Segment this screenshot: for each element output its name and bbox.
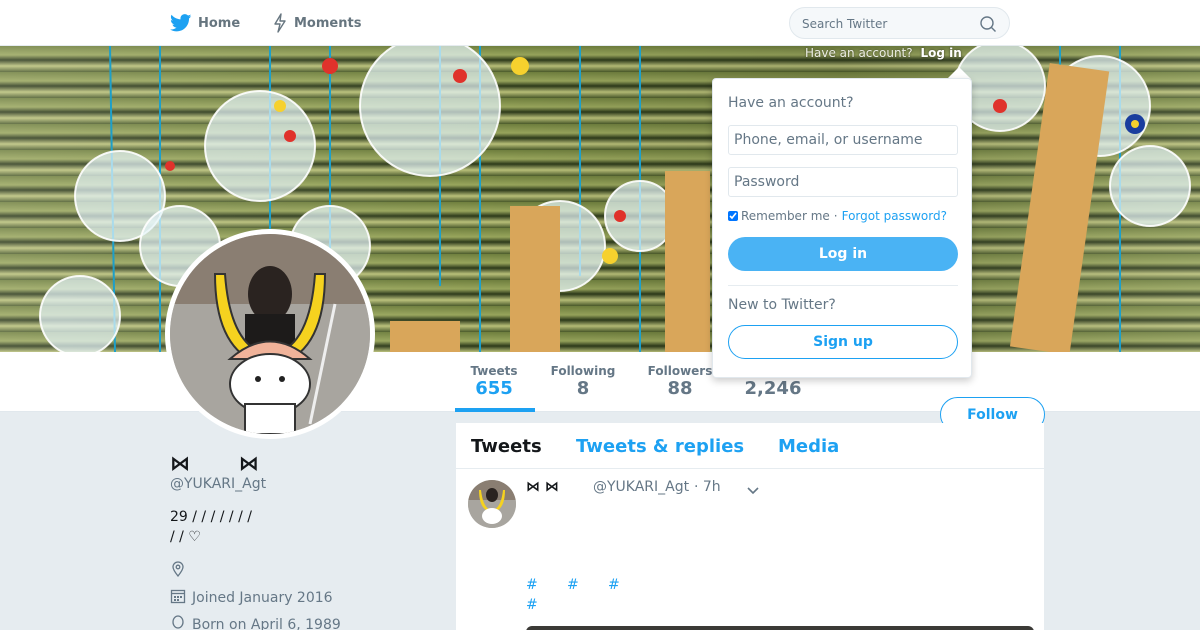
header-login-prompt: Have an account? Log in bbox=[805, 46, 962, 60]
nav-home-label: Home bbox=[198, 15, 241, 31]
tweet-avatar-illustration bbox=[468, 480, 516, 528]
login-button[interactable]: Log in bbox=[728, 237, 958, 271]
timeline-tabs: Tweets Tweets & replies Media bbox=[456, 423, 1044, 469]
profile-bio-line1: 29 / / / / / / / bbox=[170, 509, 252, 525]
stat-likes-value: 2,246 bbox=[744, 378, 802, 399]
profile-handle[interactable]: @YUKARI_Agt bbox=[170, 476, 266, 492]
calendar-icon bbox=[170, 588, 186, 608]
tab-media[interactable]: Media bbox=[778, 436, 839, 457]
tweet-author-handle[interactable]: @YUKARI_Agt bbox=[593, 479, 689, 495]
avatar-image bbox=[170, 234, 370, 434]
login-popup-divider bbox=[728, 285, 958, 286]
remember-me-label[interactable]: Remember me bbox=[741, 209, 830, 223]
lightning-icon bbox=[272, 13, 288, 33]
stat-followers[interactable]: Followers 88 bbox=[647, 364, 713, 399]
tweet-media-preview[interactable] bbox=[526, 626, 1034, 630]
profile-joined: Joined January 2016 bbox=[170, 588, 333, 608]
nav-moments-label: Moments bbox=[294, 15, 362, 31]
profile-avatar[interactable] bbox=[165, 229, 375, 439]
balloon-icon bbox=[170, 615, 186, 630]
profile-bio-line2: / / ♡ bbox=[170, 529, 201, 545]
avatar-illustration bbox=[170, 234, 370, 434]
timeline: Tweets Tweets & replies Media ⋈ ⋈ @YUKAR… bbox=[456, 423, 1044, 630]
profile-name: ⋈ ⋈ bbox=[170, 451, 259, 475]
stat-followers-label: Followers bbox=[647, 364, 713, 378]
hashtag-4[interactable]: # bbox=[526, 597, 538, 613]
tweet-avatar[interactable] bbox=[468, 480, 516, 528]
twitter-bird-icon bbox=[170, 14, 192, 32]
stat-following[interactable]: Following 8 bbox=[550, 364, 616, 399]
hashtag-1[interactable]: # bbox=[526, 577, 538, 593]
password-field[interactable] bbox=[728, 167, 958, 197]
profile-born: Born on April 6, 1989 bbox=[170, 615, 341, 630]
have-account-label: Have an account? bbox=[805, 46, 913, 60]
login-popup: Have an account? Remember me · Forgot pa… bbox=[712, 78, 972, 378]
new-to-twitter-label: New to Twitter? bbox=[728, 297, 836, 313]
stat-tweets[interactable]: Tweets 655 bbox=[470, 364, 518, 399]
location-icon bbox=[170, 561, 186, 581]
remember-me-row: Remember me · Forgot password? bbox=[728, 209, 947, 223]
remember-me-checkbox[interactable] bbox=[728, 211, 738, 221]
remember-separator: · bbox=[833, 209, 838, 223]
tweet-timestamp[interactable]: · 7h bbox=[694, 479, 721, 495]
nav-moments[interactable]: Moments bbox=[272, 0, 361, 46]
stat-tweets-label: Tweets bbox=[470, 364, 518, 378]
tab-tweets-replies[interactable]: Tweets & replies bbox=[576, 436, 744, 457]
tab-tweets[interactable]: Tweets bbox=[471, 436, 542, 457]
chevron-down-icon[interactable] bbox=[746, 481, 760, 500]
profile-born-text: Born on April 6, 1989 bbox=[192, 617, 341, 630]
hashtag-2[interactable]: # bbox=[567, 577, 579, 593]
search-icon[interactable] bbox=[979, 15, 997, 37]
active-stat-underline bbox=[455, 408, 535, 412]
stat-followers-value: 88 bbox=[667, 378, 693, 399]
stat-tweets-value: 655 bbox=[475, 378, 513, 399]
tweet-author-name[interactable]: ⋈ ⋈ bbox=[526, 479, 559, 495]
signup-button[interactable]: Sign up bbox=[728, 325, 958, 359]
profile-location bbox=[170, 561, 186, 581]
top-nav: Home Moments bbox=[0, 0, 1200, 46]
forgot-password-link[interactable]: Forgot password? bbox=[842, 209, 947, 223]
search-input[interactable] bbox=[802, 15, 972, 33]
stat-following-label: Following bbox=[550, 364, 616, 378]
header-login-link[interactable]: Log in bbox=[920, 46, 961, 60]
search-box bbox=[789, 7, 1010, 39]
profile-joined-text: Joined January 2016 bbox=[192, 590, 333, 606]
login-popup-title: Have an account? bbox=[728, 95, 854, 111]
stat-following-value: 8 bbox=[576, 378, 590, 399]
username-field[interactable] bbox=[728, 125, 958, 155]
nav-home[interactable]: Home bbox=[170, 0, 240, 46]
hashtag-3[interactable]: # bbox=[608, 577, 620, 593]
